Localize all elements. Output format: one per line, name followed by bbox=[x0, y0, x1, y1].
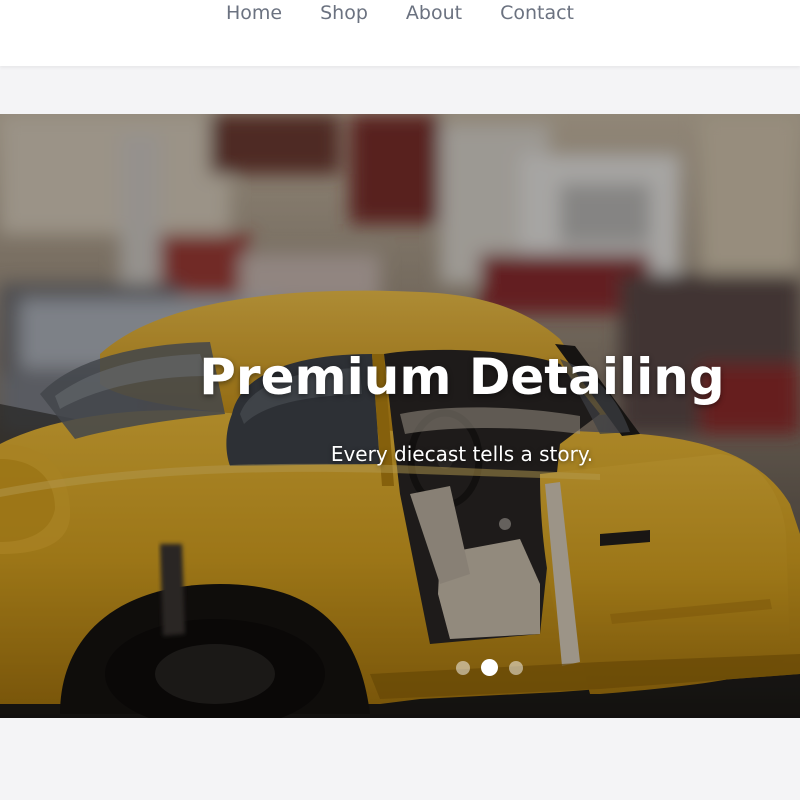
main-nav: Home Shop About Contact bbox=[0, 0, 800, 30]
hero-dark-overlay bbox=[0, 114, 800, 718]
spacer-band bbox=[0, 66, 800, 114]
nav-link-shop[interactable]: Shop bbox=[320, 0, 368, 30]
nav-link-home[interactable]: Home bbox=[226, 0, 282, 30]
carousel-dot-1[interactable] bbox=[456, 660, 470, 675]
nav-link-about[interactable]: About bbox=[406, 0, 462, 30]
nav-link-contact[interactable]: Contact bbox=[500, 0, 574, 30]
carousel-indicators bbox=[456, 659, 523, 676]
hero-subtitle: Every diecast tells a story. bbox=[330, 442, 594, 466]
top-navbar: Home Shop About Contact bbox=[0, 0, 800, 66]
page-section-below bbox=[0, 718, 800, 800]
carousel-dot-2-active[interactable] bbox=[481, 659, 498, 676]
hero-title: Premium Detailing bbox=[199, 348, 725, 406]
hero-carousel[interactable]: Premium Detailing Every diecast tells a … bbox=[0, 114, 800, 718]
carousel-dot-3[interactable] bbox=[509, 660, 523, 675]
